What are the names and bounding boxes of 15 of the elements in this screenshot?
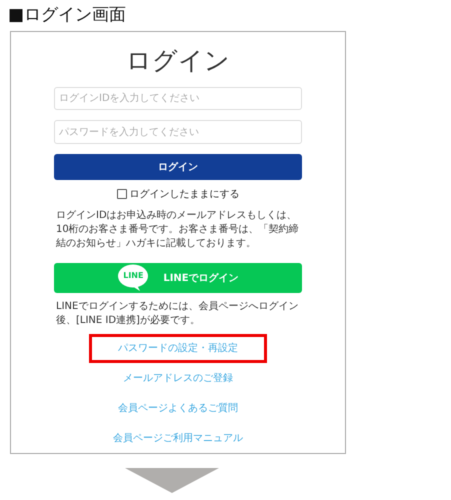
- section-heading: ■ログイン画面: [8, 4, 128, 26]
- help-link[interactable]: 会員ページご利用マニュアル: [102, 424, 254, 453]
- checkbox[interactable]: [116, 188, 126, 199]
- login-button[interactable]: ログイン: [54, 154, 302, 180]
- login-title: ログイン: [126, 45, 230, 77]
- down-arrow-icon: [125, 468, 219, 493]
- input-field[interactable]: ログインIDを入力してください: [54, 87, 302, 110]
- help-link[interactable]: 会員ページよくあるご質問: [107, 394, 249, 423]
- help-link[interactable]: パスワードの設定・再設定: [89, 334, 267, 363]
- checkbox-label: ログインしたままにする: [130, 188, 240, 201]
- login-id-note: ログインIDはお申込み時のメールアドレスもしくは、10桁のお客さま番号です。お客さま番号は、「契約締結のお知らせ」ハガキに記載しております。: [56, 208, 300, 251]
- line-login-button[interactable]: LINE LINEでログイン: [54, 262, 302, 293]
- help-link[interactable]: メールアドレスのご登録: [112, 364, 244, 393]
- line-note: LINEでログインするためには、会員ページへログイン後、[LINE ID連携]が必要です。: [56, 300, 300, 328]
- input-field[interactable]: パスワードを入力してください: [54, 120, 302, 144]
